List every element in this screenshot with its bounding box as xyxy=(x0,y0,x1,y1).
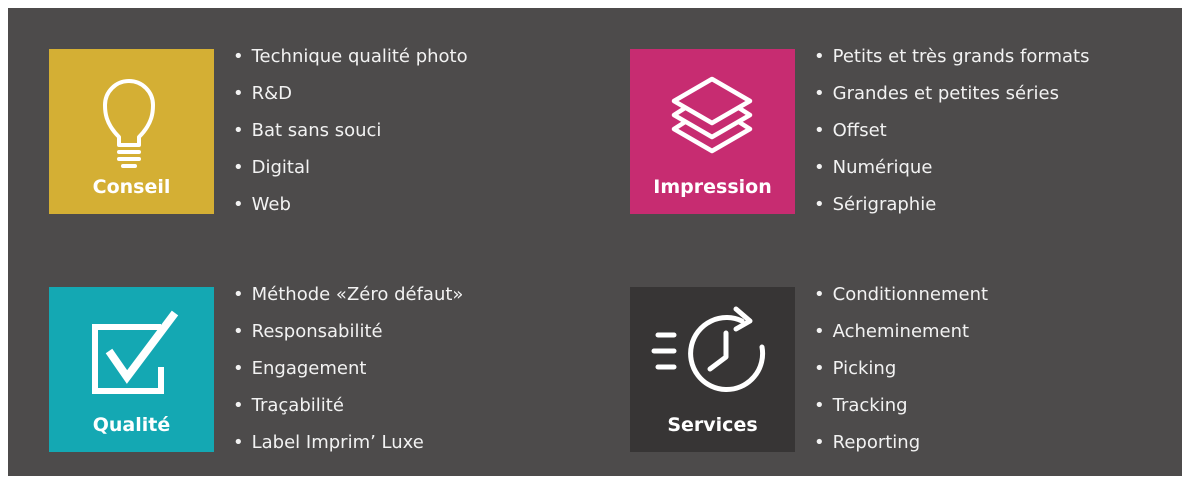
list-item: Responsabilité xyxy=(233,313,463,350)
list-item: Sérigraphie xyxy=(814,186,1089,223)
list-services: Conditionnement Acheminement Picking Tra… xyxy=(814,276,988,461)
list-qualite: Méthode «Zéro défaut» Responsabilité Eng… xyxy=(233,276,464,461)
list-item: Label Imprim’ Luxe xyxy=(233,424,463,461)
list-item: Web xyxy=(233,186,468,223)
list-item: Petits et très grands formats xyxy=(814,38,1090,75)
tile-impression: Impression xyxy=(630,49,795,214)
list-item: Picking xyxy=(814,350,988,387)
list-conseil: Technique qualité photo R&D Bat sans sou… xyxy=(233,38,468,223)
list-item: Digital xyxy=(233,149,468,186)
list-item: Grandes et petites séries xyxy=(814,75,1089,112)
tile-label-impression: Impression xyxy=(653,176,772,198)
list-item: R&D xyxy=(233,75,468,112)
tile-conseil: Conseil xyxy=(49,49,214,214)
list-item: Acheminement xyxy=(814,313,988,350)
list-impression: Petits et très grands formats Grandes et… xyxy=(814,38,1090,223)
list-item: Offset xyxy=(814,112,1089,149)
list-item: Bat sans souci xyxy=(233,112,468,149)
block-conseil: Conseil Technique qualité photo R&D Bat … xyxy=(49,46,609,224)
list-item: Méthode «Zéro défaut» xyxy=(233,276,464,313)
list-item: Reporting xyxy=(814,424,988,461)
block-services: Services Conditionnement Acheminement Pi… xyxy=(630,284,1190,462)
block-impression: Impression Petits et très grands formats… xyxy=(630,46,1190,224)
block-qualite: Qualité Méthode «Zéro défaut» Responsabi… xyxy=(49,284,609,462)
list-item: Engagement xyxy=(233,350,463,387)
services-panel: Conseil Technique qualité photo R&D Bat … xyxy=(8,8,1182,476)
tile-label-conseil: Conseil xyxy=(92,176,171,198)
tile-qualite: Qualité xyxy=(49,287,214,452)
list-item: Traçabilité xyxy=(233,387,463,424)
tile-services: Services xyxy=(630,287,795,452)
tile-label-services: Services xyxy=(667,414,758,436)
list-item: Conditionnement xyxy=(814,276,988,313)
list-item: Tracking xyxy=(814,387,988,424)
list-item: Technique qualité photo xyxy=(233,38,468,75)
tile-label-qualite: Qualité xyxy=(92,414,171,436)
list-item: Numérique xyxy=(814,149,1089,186)
